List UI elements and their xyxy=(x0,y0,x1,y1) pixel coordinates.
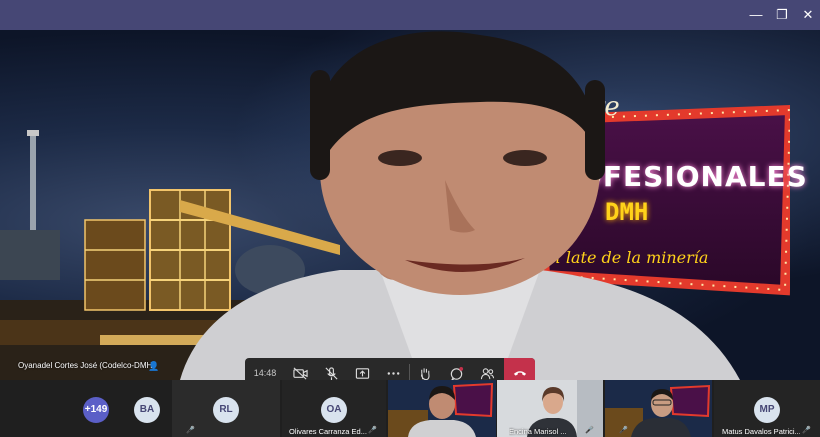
participant-tile-oa[interactable]: OA Olivares Carranza Ed... 🎤 xyxy=(282,380,386,437)
muted-icon: 🎤 xyxy=(186,427,195,434)
more-options-icon xyxy=(387,371,400,375)
thumbnail-video-frame xyxy=(388,382,494,437)
muted-icon: 🎤 xyxy=(619,427,628,434)
mute-button[interactable] xyxy=(316,358,347,380)
avatar-ba[interactable]: BA xyxy=(134,397,160,423)
participants-button[interactable] xyxy=(472,358,503,380)
leave-call-button[interactable] xyxy=(504,358,535,380)
minimize-button[interactable]: — xyxy=(746,5,766,25)
video-thumbnail-speaker[interactable] xyxy=(388,380,496,437)
main-video-stage: al aire PROFESIONALES DMH El late de la … xyxy=(0,30,820,380)
overflow-participants-badge[interactable]: +149 xyxy=(83,397,109,423)
participant-video xyxy=(180,31,740,380)
video-thumbnail-encina[interactable]: Encina Marisol ... 🎤 xyxy=(497,380,603,437)
microphone-off-icon xyxy=(325,366,338,380)
muted-icon: 🎤 xyxy=(802,427,811,434)
participant-name-mp: Matus Davalos Patrici... xyxy=(722,427,800,436)
more-options-button[interactable] xyxy=(378,358,409,380)
participants-icon xyxy=(480,367,495,379)
hang-up-icon xyxy=(513,371,526,376)
chat-button[interactable] xyxy=(441,358,472,380)
participant-gallery: +149 BA RL 🎤 OA Olivares Carranza Ed... … xyxy=(0,380,820,437)
call-controls: 14:48 xyxy=(245,358,535,380)
avatar-oa: OA xyxy=(321,397,347,423)
share-screen-icon xyxy=(355,367,370,379)
title-bar: — ❐ ✕ xyxy=(0,0,820,30)
participant-tile-rl[interactable]: RL 🎤 xyxy=(172,380,280,437)
speaker-name: Oyanadel Cortes José (Codelco-DMH) xyxy=(18,361,155,370)
participant-name-oa: Olivares Carranza Ed... xyxy=(289,427,367,436)
close-button[interactable]: ✕ xyxy=(798,5,818,25)
participant-tile-mp[interactable]: MP Matus Davalos Patrici... 🎤 xyxy=(714,380,820,437)
share-screen-button[interactable] xyxy=(347,358,378,380)
raise-hand-button[interactable] xyxy=(410,358,441,380)
camera-off-button[interactable] xyxy=(285,358,316,380)
participant-icon: 👤 xyxy=(148,361,160,371)
chat-icon xyxy=(450,366,464,380)
raise-hand-icon xyxy=(421,367,430,380)
muted-icon: 🎤 xyxy=(368,427,377,434)
muted-icon: 🎤 xyxy=(585,427,594,434)
participant-name-encina: Encina Marisol ... xyxy=(509,427,567,436)
video-thumbnail-participant[interactable]: 🎤 xyxy=(605,380,712,437)
restore-button[interactable]: ❐ xyxy=(772,5,792,25)
avatar-mp: MP xyxy=(754,397,780,423)
avatar-rl: RL xyxy=(213,397,239,423)
call-timer: 14:48 xyxy=(253,368,277,378)
camera-off-icon xyxy=(293,366,308,380)
